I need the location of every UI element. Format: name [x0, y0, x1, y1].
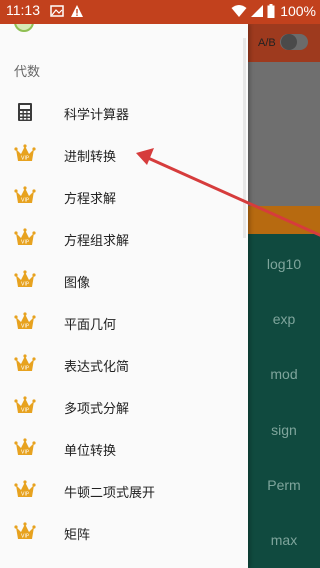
vip-crown-icon: VIP [14, 522, 36, 540]
menu-item-label: 进制转换 [64, 150, 117, 165]
vip-crown-icon: VIP [14, 186, 36, 204]
system-icons: 100% [231, 3, 316, 19]
function-keypad [248, 234, 320, 568]
status-bar: 11:13 100% [0, 0, 320, 24]
menu-item-base-conversion[interactable]: VIP 进制转换 [0, 133, 248, 175]
vip-crown-icon: VIP [14, 312, 36, 330]
item-icon [14, 24, 34, 32]
menu-item-label: 表达式化简 [64, 360, 130, 375]
svg-text:VIP: VIP [21, 156, 29, 162]
key-log10[interactable]: log10 [248, 256, 320, 272]
menu-item-label: 牛顿二项式展开 [64, 486, 156, 501]
menu-item-label: 单位转换 [64, 444, 117, 459]
menu-item-label: 科学计算器 [64, 108, 130, 123]
image-notification-icon [50, 5, 64, 17]
menu-item-expression-simplify[interactable]: VIP 表达式化简 [0, 343, 248, 385]
menu-item-label: 方程组求解 [64, 234, 130, 249]
menu-item-label: 多项式分解 [64, 402, 130, 417]
menu-item-label: 矩阵 [64, 528, 91, 543]
key-mod[interactable]: mod [248, 366, 320, 382]
ab-mode-label: A/B [258, 37, 276, 49]
svg-text:VIP: VIP [21, 450, 29, 456]
vip-crown-icon: VIP [14, 354, 36, 372]
vip-crown-icon: VIP [14, 396, 36, 414]
vip-crown-icon: VIP [14, 144, 36, 162]
svg-text:VIP: VIP [21, 324, 29, 330]
notification-icons [50, 4, 84, 18]
vip-crown-icon: VIP [14, 480, 36, 498]
menu-item-plane-geometry[interactable]: VIP 平面几何 [0, 301, 248, 343]
key-exp[interactable]: exp [248, 311, 320, 327]
wifi-icon [231, 5, 247, 17]
calculator-icon [18, 103, 32, 121]
ab-toggle[interactable] [280, 34, 308, 50]
vip-crown-icon: VIP [14, 228, 36, 246]
menu-item-label: 方程求解 [64, 192, 117, 207]
display-area [248, 62, 320, 206]
menu-item-binomial-expansion[interactable]: VIP 牛顿二项式展开 [0, 469, 248, 511]
svg-text:VIP: VIP [21, 282, 29, 288]
svg-text:VIP: VIP [21, 408, 29, 414]
key-max[interactable]: max [248, 532, 320, 548]
svg-text:VIP: VIP [21, 240, 29, 246]
menu-item-graph[interactable]: VIP 图像 [0, 259, 248, 301]
signal-icon [251, 5, 264, 17]
warning-icon [71, 5, 83, 17]
status-time: 11:13 [6, 2, 40, 18]
vip-crown-icon: VIP [14, 270, 36, 288]
battery-icon [267, 4, 275, 18]
key-sign[interactable]: sign [248, 422, 320, 438]
menu-item-label: 图像 [64, 276, 91, 291]
menu-item-matrix[interactable]: VIP 矩阵 [0, 511, 248, 553]
menu-item-equation-solver[interactable]: VIP 方程求解 [0, 175, 248, 217]
orange-bar [248, 206, 320, 234]
section-header-algebra: 代数 [14, 65, 41, 80]
battery-level: 100% [280, 3, 316, 19]
vip-crown-icon: VIP [14, 438, 36, 456]
key-perm[interactable]: Perm [248, 477, 320, 493]
drawer-previous-item[interactable] [0, 24, 248, 40]
menu-item-label: 平面几何 [64, 318, 117, 333]
svg-text:VIP: VIP [21, 534, 29, 540]
background-calculator: A/B log10 exp mod sign Perm max [248, 0, 320, 568]
svg-text:VIP: VIP [21, 492, 29, 498]
navigation-drawer: 代数 科学计算器 VIP 进制转换 VIP 方程求解 VIP 方程组求解 VIP… [0, 24, 248, 568]
toggle-knob [281, 34, 297, 50]
menu-item-unit-conversion[interactable]: VIP 单位转换 [0, 427, 248, 469]
svg-text:VIP: VIP [21, 198, 29, 204]
menu-item-system-of-equations[interactable]: VIP 方程组求解 [0, 217, 248, 259]
menu-item-polynomial-factor[interactable]: VIP 多项式分解 [0, 385, 248, 427]
svg-text:VIP: VIP [21, 366, 29, 372]
menu-item-scientific-calculator[interactable]: 科学计算器 [0, 91, 248, 133]
